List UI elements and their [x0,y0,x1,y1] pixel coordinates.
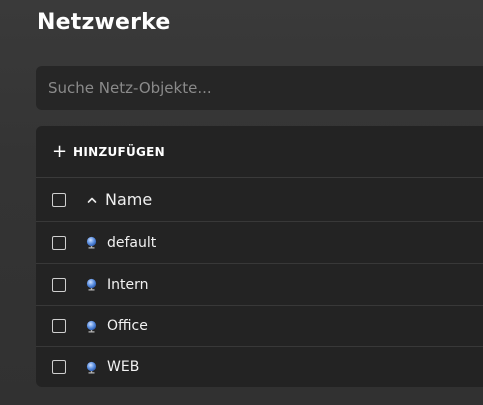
row-checkbox[interactable] [52,360,66,374]
network-globe-icon [86,320,97,332]
network-globe-icon [86,278,97,291]
network-globe-icon [86,361,97,373]
network-name[interactable]: Intern [107,277,149,293]
select-all-checkbox[interactable] [52,192,66,207]
network-name[interactable]: Office [107,318,148,334]
row-checkbox[interactable] [52,319,66,333]
table-toolbar: + HINZUFÜGEN [36,126,483,178]
chevron-up-icon[interactable] [87,195,97,205]
search-input[interactable] [36,66,483,110]
table-row[interactable]: Office [36,306,483,347]
networks-page: Netzwerke + HINZUFÜGEN Name [0,0,483,405]
network-name[interactable]: default [107,235,156,251]
row-checkbox[interactable] [52,235,66,250]
column-header-name[interactable]: Name [105,190,152,209]
table-row[interactable]: Intern [36,264,483,306]
page-title: Netzwerke [37,10,171,35]
add-button[interactable]: + HINZUFÜGEN [52,142,165,162]
network-name[interactable]: WEB [107,359,139,375]
search-box [36,66,483,110]
table-row[interactable]: default [36,222,483,264]
network-globe-icon [86,236,97,249]
row-checkbox[interactable] [52,277,66,292]
networks-table-card: + HINZUFÜGEN Name default Intern Office … [36,126,483,387]
plus-icon: + [52,141,68,162]
table-row[interactable]: WEB [36,347,483,387]
add-button-label: HINZUFÜGEN [73,145,166,159]
table-header-row: Name [36,178,483,222]
